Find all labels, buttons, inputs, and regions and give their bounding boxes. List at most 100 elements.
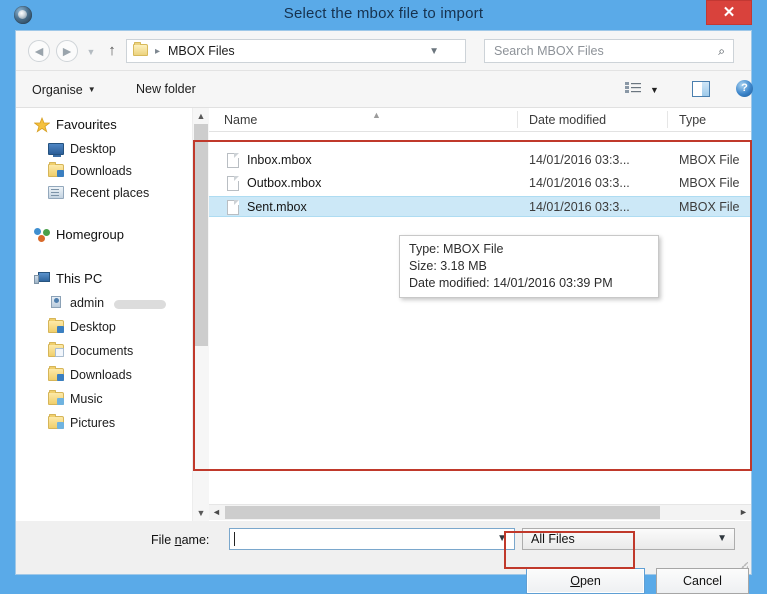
organise-button[interactable]: Organise ▼ xyxy=(26,80,102,99)
file-name-label-mnemonic: n xyxy=(174,533,182,547)
tooltip-size: Size: 3.18 MB xyxy=(409,259,487,273)
organise-label: Organise xyxy=(32,83,83,97)
back-icon[interactable]: ◄ xyxy=(28,40,50,62)
sidebar-item-downloads-fav[interactable]: Downloads xyxy=(16,160,192,182)
open-label-post: pen xyxy=(579,574,601,588)
open-button[interactable]: Open xyxy=(526,568,645,594)
horizontal-scrollbar[interactable]: ◄ ► xyxy=(209,504,751,520)
dialog-footer: File name: ▼ All Files ▼ xyxy=(16,521,751,574)
sidebar-item-desktop[interactable]: Desktop xyxy=(16,316,192,338)
file-name-input[interactable]: ▼ xyxy=(229,528,515,550)
file-name-label-post: ame: xyxy=(181,533,210,547)
preview-pane-icon[interactable] xyxy=(692,81,710,97)
folder-music-icon xyxy=(48,390,64,405)
folder-icon xyxy=(133,42,148,56)
help-icon[interactable]: ? xyxy=(736,80,753,97)
file-open-dialog-window: Select the mbox file to import ✕ ◄ ► ▼ ↑… xyxy=(0,0,767,594)
column-header-name[interactable]: Name xyxy=(224,112,257,128)
sidebar-item-label: Downloads xyxy=(70,368,132,382)
sidebar-item-label: Recent places xyxy=(70,186,150,200)
file-date-modified: 14/01/2016 03:3... xyxy=(529,176,630,190)
file-type: MBOX File xyxy=(679,200,740,214)
sidebar-item-pictures[interactable]: Pictures xyxy=(16,412,192,434)
address-bar[interactable]: ▸ MBOX Files ▼ xyxy=(126,39,466,63)
file-name-label-pre: File xyxy=(151,533,175,547)
table-row-selected[interactable]: Sent.mbox 14/01/2016 03:3... MBOX File xyxy=(209,196,751,217)
user-folder-icon xyxy=(48,296,64,310)
file-name-label: File name: xyxy=(151,532,209,549)
file-icon xyxy=(227,153,239,168)
address-chevron-down-icon[interactable]: ▼ xyxy=(429,45,439,59)
file-list: Inbox.mbox 14/01/2016 03:3... MBOX File … xyxy=(209,132,751,462)
sidebar-item-documents[interactable]: Documents xyxy=(16,340,192,362)
file-name: Outbox.mbox xyxy=(247,176,322,190)
file-name: Sent.mbox xyxy=(247,200,307,214)
table-row[interactable]: Outbox.mbox 14/01/2016 03:3... MBOX File xyxy=(209,173,751,194)
sidebar-item-admin[interactable]: admin xyxy=(16,292,192,314)
file-tooltip: Type: MBOX File Size: 3.18 MB Date modif… xyxy=(399,235,659,298)
file-list-pane: Name ▲ Date modified Type Inbox.mbox 14/… xyxy=(209,108,751,521)
close-button[interactable]: ✕ xyxy=(706,0,752,25)
sort-ascending-icon: ▲ xyxy=(372,110,381,120)
close-icon: ✕ xyxy=(722,4,736,21)
file-type: MBOX File xyxy=(679,176,740,190)
sidebar-item-homegroup[interactable]: Homegroup xyxy=(16,224,192,246)
scroll-down-icon[interactable]: ▼ xyxy=(193,505,209,521)
sidebar-item-music[interactable]: Music xyxy=(16,388,192,410)
redaction-bar xyxy=(114,300,166,309)
file-type-filter-select[interactable]: All Files ▼ xyxy=(522,528,735,550)
sidebar-item-label: Pictures xyxy=(70,416,116,430)
column-divider[interactable] xyxy=(517,111,518,128)
column-header-type[interactable]: Type xyxy=(679,112,706,128)
file-type: MBOX File xyxy=(679,153,740,167)
search-icon: ⌕ xyxy=(718,44,725,58)
monitor-icon xyxy=(48,143,64,157)
dialog-body: ◄ ► ▼ ↑ ▸ MBOX Files ▼ ↻ Search MBOX Fil… xyxy=(15,30,753,594)
horizontal-scrollbar-thumb[interactable] xyxy=(225,506,660,519)
chevron-down-icon: ▼ xyxy=(87,85,96,94)
breadcrumb-path[interactable]: MBOX Files xyxy=(168,43,235,60)
forward-icon[interactable]: ► xyxy=(56,40,78,62)
file-icon xyxy=(227,176,239,191)
this-pc-icon xyxy=(34,272,50,285)
recent-places-icon xyxy=(48,186,64,199)
chevron-down-icon[interactable]: ▼ xyxy=(497,532,507,546)
open-button-label: Open xyxy=(527,573,644,589)
folder-desktop-icon xyxy=(48,318,64,333)
table-row[interactable]: Inbox.mbox 14/01/2016 03:3... MBOX File xyxy=(209,150,751,171)
navigation-bar: ◄ ► ▼ ↑ ▸ MBOX Files ▼ ↻ Search MBOX Fil… xyxy=(16,31,751,71)
recent-locations-chevron-down-icon[interactable]: ▼ xyxy=(84,45,98,59)
scroll-up-icon[interactable]: ▲ xyxy=(193,108,209,124)
sidebar-scrollbar[interactable]: ▲ ▼ xyxy=(192,108,209,521)
view-chevron-down-icon[interactable]: ▼ xyxy=(650,85,659,95)
sidebar-item-label: Downloads xyxy=(70,164,132,178)
sidebar-item-favourites[interactable]: Favourites xyxy=(16,114,192,136)
file-name: Inbox.mbox xyxy=(247,153,312,167)
sidebar-item-this-pc[interactable]: This PC xyxy=(16,268,192,290)
tooltip-type: Type: MBOX File xyxy=(409,242,504,256)
scroll-right-icon[interactable]: ► xyxy=(736,505,751,520)
breadcrumb-separator-icon: ▸ xyxy=(155,46,161,57)
folder-pictures-icon xyxy=(48,414,64,429)
open-label-mnemonic: O xyxy=(570,574,580,588)
folder-download-icon xyxy=(48,162,64,177)
file-type-filter-value: All Files xyxy=(531,532,575,546)
folder-download-icon xyxy=(48,366,64,381)
sidebar-scrollbar-thumb[interactable] xyxy=(194,124,208,346)
sidebar-item-downloads[interactable]: Downloads xyxy=(16,364,192,386)
new-folder-button[interactable]: New folder xyxy=(130,80,202,99)
sidebar-item-label: Music xyxy=(70,392,103,406)
sidebar-item-label: Documents xyxy=(70,344,134,358)
up-arrow-icon[interactable]: ↑ xyxy=(104,42,120,60)
cancel-button-label: Cancel xyxy=(683,574,722,588)
sidebar-item-desktop-fav[interactable]: Desktop xyxy=(16,138,192,160)
sidebar-item-recent-places[interactable]: Recent places xyxy=(16,182,192,204)
scroll-left-icon[interactable]: ◄ xyxy=(209,505,224,520)
column-header-date-modified[interactable]: Date modified xyxy=(529,112,606,128)
navigation-sidebar: Favourites Desktop Downloads Recent plac… xyxy=(16,108,192,521)
search-input[interactable]: Search MBOX Files ⌕ xyxy=(484,39,734,63)
list-view-icon[interactable] xyxy=(625,82,641,96)
cancel-button[interactable]: Cancel xyxy=(656,568,749,594)
column-divider[interactable] xyxy=(667,111,668,128)
title-bar: Select the mbox file to import ✕ xyxy=(0,0,767,30)
